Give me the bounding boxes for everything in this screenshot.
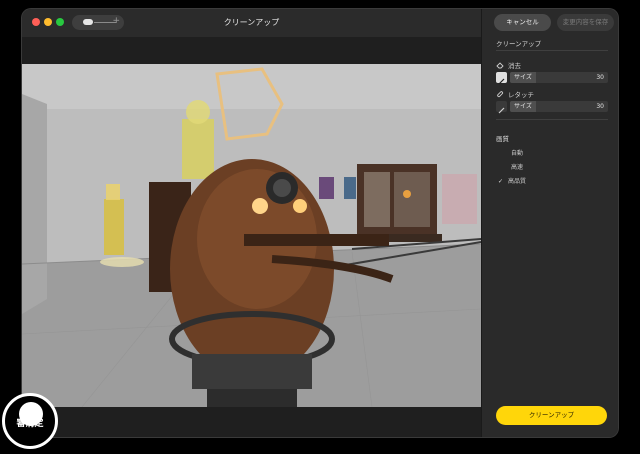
eraser-icon (496, 61, 504, 69)
bandage-icon (496, 90, 504, 98)
retouch-size-label: サイズ (514, 103, 532, 110)
cleanup-button[interactable]: クリーンアップ (496, 406, 607, 425)
divider (496, 50, 608, 51)
title-bar: + クリーンアップ (22, 9, 481, 37)
quality-option-auto[interactable]: 自動 (501, 148, 591, 158)
brush-icon (498, 78, 505, 85)
watermark-logo: 審清定 (2, 393, 58, 449)
checkmark-icon: ✓ (498, 178, 504, 185)
retouch-label: レタッチ (508, 91, 534, 99)
canvas-bottom-bar (22, 407, 481, 437)
quality-title: 画質 (496, 135, 509, 143)
erase-size-label: サイズ (514, 74, 532, 81)
erase-brush-button[interactable] (496, 72, 507, 85)
erase-size-row: サイズ 30 (496, 72, 608, 85)
retouch-brush-button[interactable] (496, 101, 507, 114)
erase-size-value: 30 (596, 74, 604, 81)
divider (496, 119, 608, 120)
retouch-size-row: サイズ 30 (496, 101, 608, 114)
quality-option-label: 自動 (511, 150, 524, 157)
brush-icon (498, 107, 505, 114)
retouch-tool[interactable]: レタッチ (496, 89, 534, 99)
quality-option-high[interactable]: ✓ 高品質 (498, 176, 588, 186)
photo-canvas[interactable] (22, 64, 481, 407)
erase-tool[interactable]: 消去 (496, 60, 521, 70)
quality-option-label: 高速 (511, 164, 524, 171)
canvas-top-bar (22, 37, 481, 64)
erase-label: 消去 (508, 62, 521, 70)
quality-option-fast[interactable]: 高速 (501, 162, 591, 172)
cancel-button[interactable]: キャンセル (494, 14, 551, 31)
app-window: + クリーンアップ キャンセル 変更内容を保存 クリーンアップ 消去 サイズ 3… (22, 9, 618, 437)
watermark-text: 審清定 (16, 419, 44, 429)
cleanup-sidebar: キャンセル 変更内容を保存 クリーンアップ 消去 サイズ 30 レタッチ サイズ… (481, 9, 618, 437)
quality-option-label: 高品質 (508, 178, 527, 185)
window-title: クリーンアップ (223, 18, 280, 27)
photo-image (22, 64, 481, 407)
section-title: クリーンアップ (496, 40, 542, 48)
retouch-size-value: 30 (596, 103, 604, 110)
retouch-size-slider[interactable]: サイズ 30 (510, 101, 608, 112)
erase-size-slider[interactable]: サイズ 30 (510, 72, 608, 83)
save-changes-button[interactable]: 変更内容を保存 (557, 14, 614, 31)
